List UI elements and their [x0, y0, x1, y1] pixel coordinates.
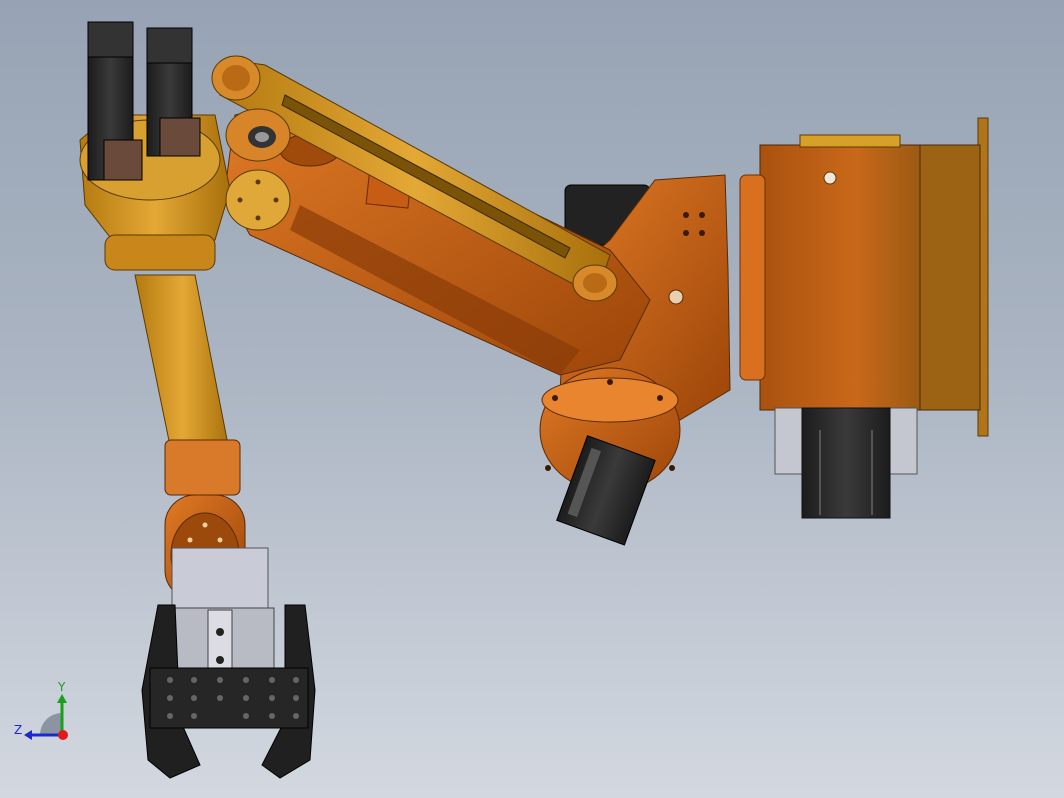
link-bearing-top-inner — [222, 65, 250, 91]
elbow-motor-right-base — [159, 117, 201, 157]
elbow-joint-bore-inner — [255, 132, 269, 142]
base-top-cap — [799, 134, 901, 148]
shoulder-bolt — [683, 212, 689, 218]
base-housing — [759, 144, 921, 411]
gripper-finger-plate — [149, 667, 309, 729]
gripper-mount-plate — [171, 547, 269, 611]
turret-bolt — [545, 465, 551, 471]
elbow-bolt — [255, 215, 261, 221]
shoulder-bolt — [699, 230, 705, 236]
turret-bolt — [669, 465, 675, 471]
elbow-bolt — [273, 197, 279, 203]
base-ring — [739, 174, 766, 381]
forearm[interactable] — [134, 274, 241, 496]
base-hole — [823, 171, 837, 185]
triad-y-label: Y — [57, 680, 66, 694]
3d-viewport[interactable]: Y Z — [0, 0, 1064, 798]
triad-z-arrow — [24, 730, 32, 740]
elbow-motor-left-base — [103, 139, 143, 181]
gripper-screw — [216, 656, 224, 664]
elbow-collar — [104, 234, 216, 271]
turret-bolt — [607, 379, 613, 385]
robot-base[interactable] — [739, 117, 989, 519]
base-motor — [801, 407, 891, 519]
wrist-bolt — [187, 537, 193, 543]
elbow-motor-right-cap — [146, 27, 193, 64]
triad-y-arrow — [57, 694, 67, 703]
elbow-bolt — [237, 197, 243, 203]
forearm-end-collar — [164, 439, 241, 496]
elbow-bolt — [255, 179, 261, 185]
triad-x-axis — [58, 730, 68, 740]
turret-bolt — [552, 395, 558, 401]
gripper-screw — [216, 628, 224, 636]
wrist-bolt — [202, 522, 208, 528]
elbow-bolt-circle — [225, 169, 291, 231]
shoulder-bolt — [683, 230, 689, 236]
link-bearing-bottom-inner — [583, 273, 607, 293]
shoulder-bolt — [699, 212, 705, 218]
shoulder-hole — [668, 289, 684, 305]
orientation-triad[interactable]: Y Z — [14, 680, 68, 740]
triad-z-label: Z — [14, 723, 22, 737]
turret-bolt — [657, 395, 663, 401]
elbow-motor-left-cap — [87, 21, 134, 58]
wrist-bolt — [217, 537, 223, 543]
triad-shading — [40, 713, 62, 735]
